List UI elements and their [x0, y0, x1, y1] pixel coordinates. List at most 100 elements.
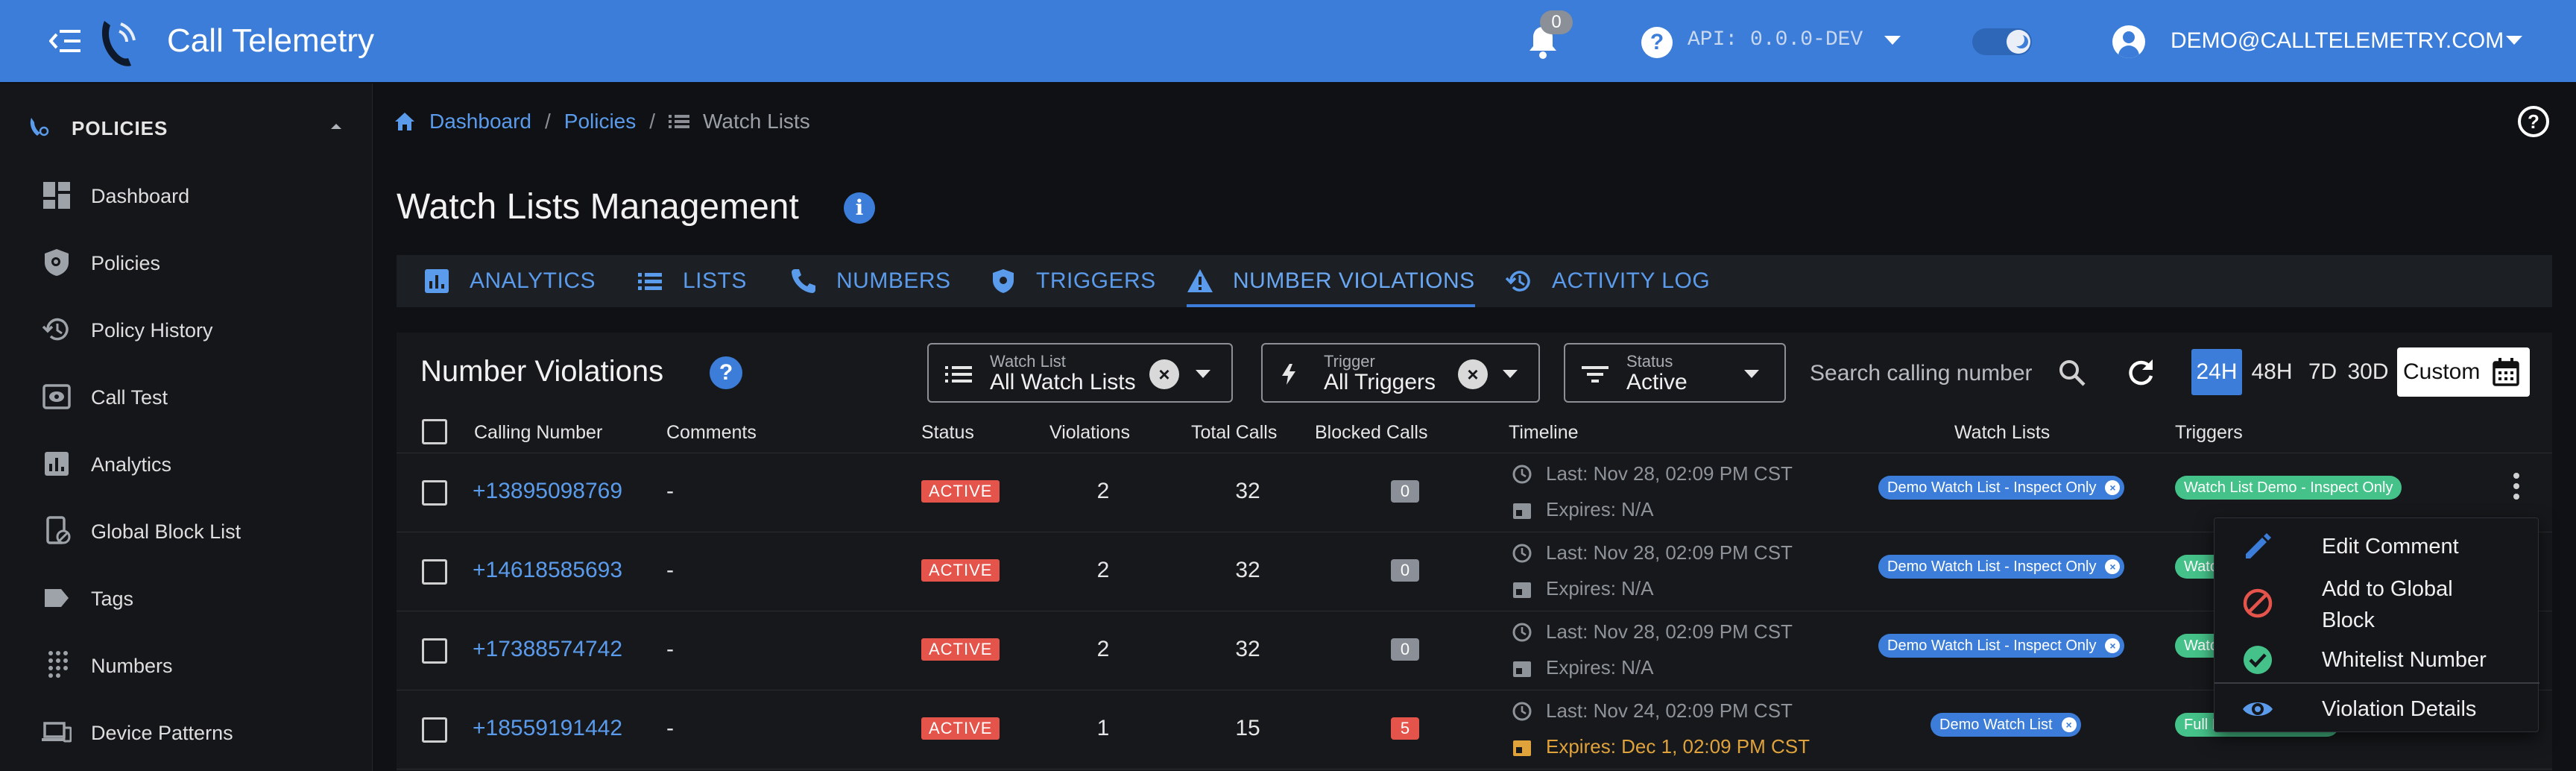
- panel-help-icon[interactable]: ?: [710, 356, 742, 389]
- menu-collapse-icon[interactable]: [49, 27, 82, 55]
- calling-number-link[interactable]: +14618585693: [473, 558, 622, 583]
- column-header-status[interactable]: Status: [921, 422, 974, 444]
- custom-range-label: Custom: [2403, 359, 2481, 384]
- row-checkbox[interactable]: [422, 717, 447, 743]
- menu-item-label: Violation Details: [2322, 697, 2477, 721]
- devices-icon: [42, 722, 72, 743]
- user-account-icon[interactable]: [2112, 25, 2145, 58]
- collapse-caret-icon[interactable]: [331, 124, 341, 129]
- range-48h-button[interactable]: 48H: [2247, 349, 2297, 395]
- watch-list-chip[interactable]: Demo Watch List - Inspect Only ×: [1878, 555, 2125, 579]
- trigger-chip[interactable]: Watch List Demo - Inspect Only: [2175, 476, 2402, 500]
- sidebar-item-dashboard[interactable]: Dashboard: [0, 164, 373, 224]
- range-30d-button[interactable]: 30D: [2343, 349, 2393, 395]
- range-24h-button[interactable]: 24H: [2191, 349, 2242, 395]
- row-checkbox[interactable]: [422, 480, 447, 506]
- column-header-timeline[interactable]: Timeline: [1509, 422, 1579, 444]
- user-email-menu[interactable]: DEMO@CALLTELEMETRY.COM: [2171, 28, 2504, 54]
- dark-mode-toggle[interactable]: [1972, 28, 2032, 55]
- timeline-last-text: Last: Nov 28, 02:09 PM CST: [1546, 462, 1793, 485]
- tab-number-violations[interactable]: NUMBER VIOLATIONS: [1187, 255, 1475, 307]
- timeline-last: Last: Nov 28, 02:09 PM CST: [1512, 541, 1793, 564]
- breadcrumb-current: Watch Lists: [703, 110, 810, 133]
- tab-label: NUMBER VIOLATIONS: [1233, 268, 1475, 293]
- calling-number-link[interactable]: +18559191442: [473, 716, 622, 741]
- info-icon[interactable]: i: [844, 192, 875, 224]
- sidebar-item-policy-history[interactable]: Policy History: [0, 298, 373, 358]
- sidebar-item-device-patterns[interactable]: Device Patterns: [0, 701, 373, 761]
- sidebar-item-numbers[interactable]: Numbers: [0, 634, 373, 693]
- calling-number-link[interactable]: +13895098769: [473, 479, 622, 504]
- dropdown-caret-icon[interactable]: [1503, 370, 1518, 378]
- blocked-calls-badge: 0: [1391, 638, 1419, 661]
- row-checkbox[interactable]: [422, 559, 447, 585]
- row-checkbox[interactable]: [422, 638, 447, 664]
- api-version-label[interactable]: API: 0.0.0-DEV: [1688, 28, 1863, 51]
- sidebar-item-label: Global Block List: [91, 520, 242, 543]
- column-header-triggers[interactable]: Triggers: [2175, 422, 2243, 444]
- page-help-icon[interactable]: ?: [2518, 106, 2549, 137]
- tab-label: TRIGGERS: [1036, 268, 1156, 293]
- dropdown-caret-icon[interactable]: [1744, 370, 1759, 378]
- clear-filter-icon[interactable]: ×: [1149, 359, 1179, 389]
- chip-remove-icon[interactable]: ×: [2105, 638, 2121, 653]
- sidebar-item-tags[interactable]: Tags: [0, 567, 373, 626]
- tab-analytics[interactable]: ANALYTICS: [423, 255, 596, 307]
- row-actions-menu-icon[interactable]: [2512, 473, 2521, 503]
- chip-remove-icon[interactable]: ×: [2105, 559, 2121, 574]
- sidebar-item-global-block-list[interactable]: Global Block List: [0, 500, 373, 559]
- menu-item-violation-details[interactable]: Violation Details: [2214, 688, 2539, 730]
- watch-list-filter[interactable]: Watch List All Watch Lists ×: [927, 343, 1233, 403]
- sidebar-item-policies[interactable]: Policies: [0, 231, 373, 291]
- sidebar-item-analytics[interactable]: Analytics: [0, 432, 373, 492]
- api-dropdown-caret-icon[interactable]: [1884, 36, 1901, 45]
- user-dropdown-caret-icon[interactable]: [2506, 36, 2522, 45]
- sidebar-section-policies[interactable]: POLICIES: [0, 104, 373, 149]
- breadcrumb-separator: /: [544, 110, 551, 133]
- clear-filter-icon[interactable]: ×: [1458, 359, 1488, 389]
- search-icon[interactable]: [2057, 358, 2087, 388]
- tab-triggers[interactable]: TRIGGERS: [990, 255, 1156, 307]
- comment-cell: -: [666, 637, 674, 661]
- trigger-filter[interactable]: Trigger All Triggers ×: [1261, 343, 1540, 403]
- menu-item-edit-comment[interactable]: Edit Comment: [2214, 526, 2539, 567]
- active-tab-indicator: [1187, 304, 1475, 307]
- home-icon[interactable]: [394, 111, 416, 132]
- page-title: Watch Lists Management: [397, 187, 799, 227]
- menu-item-whitelist-number[interactable]: Whitelist Number: [2214, 639, 2539, 681]
- search-input[interactable]: Search calling number: [1810, 355, 2048, 392]
- watch-list-chip[interactable]: Demo Watch List - Inspect Only ×: [1878, 476, 2125, 500]
- list-icon: [638, 273, 662, 290]
- breadcrumb-dashboard[interactable]: Dashboard: [429, 110, 531, 133]
- column-header-total-calls[interactable]: Total Calls: [1191, 422, 1277, 444]
- range-7d-button[interactable]: 7D: [2303, 349, 2342, 395]
- calendar-icon: [1513, 582, 1531, 598]
- watch-list-chip[interactable]: Demo Watch List - Inspect Only ×: [1878, 634, 2125, 658]
- sidebar-item-label: Policy History: [91, 319, 213, 342]
- watch-list-chip[interactable]: Demo Watch List ×: [1931, 713, 2081, 737]
- calling-number-link[interactable]: +17388574742: [473, 637, 622, 662]
- clock-icon: [1512, 465, 1532, 484]
- custom-range-button[interactable]: Custom: [2397, 347, 2530, 397]
- comment-cell: -: [666, 558, 674, 582]
- api-help-icon[interactable]: ?: [1641, 27, 1673, 58]
- column-header-calling-number[interactable]: Calling Number: [474, 422, 602, 444]
- chip-remove-icon[interactable]: ×: [2061, 717, 2077, 732]
- sidebar-item-label: Tags: [91, 588, 134, 610]
- tab-activity-log[interactable]: ACTIVITY LOG: [1506, 255, 1710, 307]
- timeline-last: Last: Nov 24, 02:09 PM CST: [1512, 699, 1793, 723]
- tab-numbers[interactable]: NUMBERS: [790, 255, 951, 307]
- select-all-checkbox[interactable]: [422, 419, 447, 444]
- refresh-icon[interactable]: [2124, 356, 2157, 389]
- sidebar-item-call-test[interactable]: Call Test: [0, 365, 373, 425]
- column-header-violations[interactable]: Violations: [1049, 422, 1130, 444]
- status-filter[interactable]: Status Active: [1564, 343, 1786, 403]
- breadcrumb-policies[interactable]: Policies: [564, 110, 636, 133]
- dropdown-caret-icon[interactable]: [1196, 370, 1210, 378]
- tab-lists[interactable]: LISTS: [637, 255, 747, 307]
- chip-remove-icon[interactable]: ×: [2105, 480, 2121, 495]
- menu-item-add-to-global-block[interactable]: Add to Global Block: [2214, 567, 2539, 639]
- column-header-blocked-calls[interactable]: Blocked Calls: [1315, 422, 1427, 444]
- column-header-comments[interactable]: Comments: [666, 422, 757, 444]
- column-header-watch-lists[interactable]: Watch Lists: [1954, 422, 2050, 444]
